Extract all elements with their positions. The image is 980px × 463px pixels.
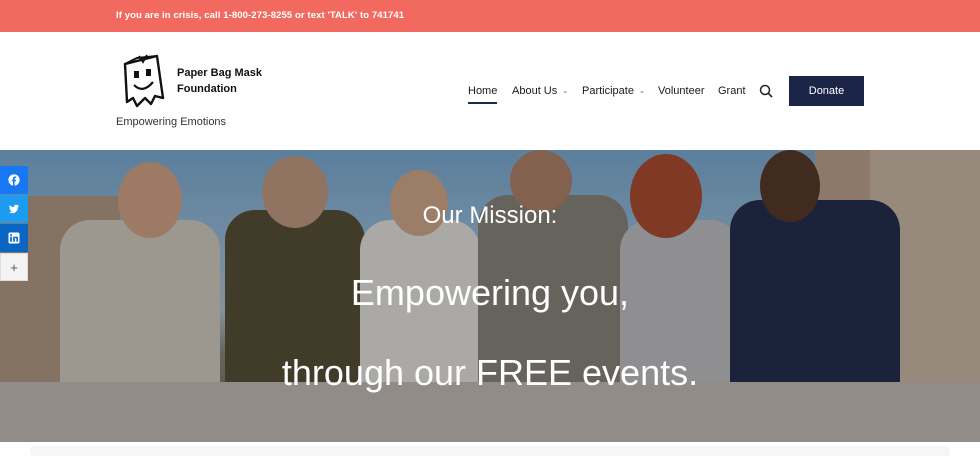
nav-volunteer[interactable]: Volunteer	[658, 85, 704, 97]
hero-headline-line1: Empowering you,	[350, 272, 630, 313]
share-linkedin-button[interactable]	[0, 224, 28, 252]
nav-home-label: Home	[468, 85, 498, 97]
chevron-down-icon: ⌄	[638, 88, 645, 95]
nav-grant[interactable]: Grant	[718, 85, 746, 97]
nav-grant-label: Grant	[718, 85, 746, 97]
nav-home[interactable]: Home	[468, 85, 498, 104]
twitter-icon	[8, 204, 19, 214]
logo-line-2: Foundation	[177, 83, 237, 95]
site-tagline: Empowering Emotions	[116, 116, 227, 128]
paper-bag-mask-icon[interactable]	[119, 52, 167, 108]
donate-button[interactable]: Donate	[789, 76, 864, 106]
chevron-down-icon: ⌄	[562, 88, 569, 95]
facebook-icon	[8, 174, 20, 186]
nav-participate[interactable]: Participate ⌄	[582, 85, 645, 97]
share-twitter-button[interactable]	[0, 195, 28, 223]
nav-volunteer-label: Volunteer	[658, 85, 705, 97]
logo-line-1: Paper Bag Mask	[177, 67, 262, 79]
nav-about-us-label: About Us	[512, 85, 558, 97]
search-icon[interactable]	[759, 84, 773, 98]
page-content-edge	[0, 442, 980, 463]
site-header: Paper Bag Mask Foundation Empowering Emo…	[0, 32, 980, 151]
crisis-text: If you are in crisis, call 1-800-273-825…	[116, 10, 405, 21]
share-facebook-button[interactable]	[0, 166, 28, 194]
hero-subtitle: Our Mission:	[422, 202, 558, 229]
site-logo-text[interactable]: Paper Bag Mask Foundation	[177, 65, 287, 97]
plus-icon: +	[10, 259, 18, 275]
share-more-button[interactable]: +	[0, 253, 28, 281]
hero-headline-line2: through our FREE events.	[281, 352, 699, 393]
hero-banner: Our Mission: Empowering you, through our…	[0, 150, 980, 442]
nav-participate-label: Participate	[582, 85, 634, 97]
crisis-banner: If you are in crisis, call 1-800-273-825…	[0, 0, 980, 32]
linkedin-icon	[8, 232, 20, 244]
nav-about-us[interactable]: About Us ⌄	[512, 85, 568, 97]
